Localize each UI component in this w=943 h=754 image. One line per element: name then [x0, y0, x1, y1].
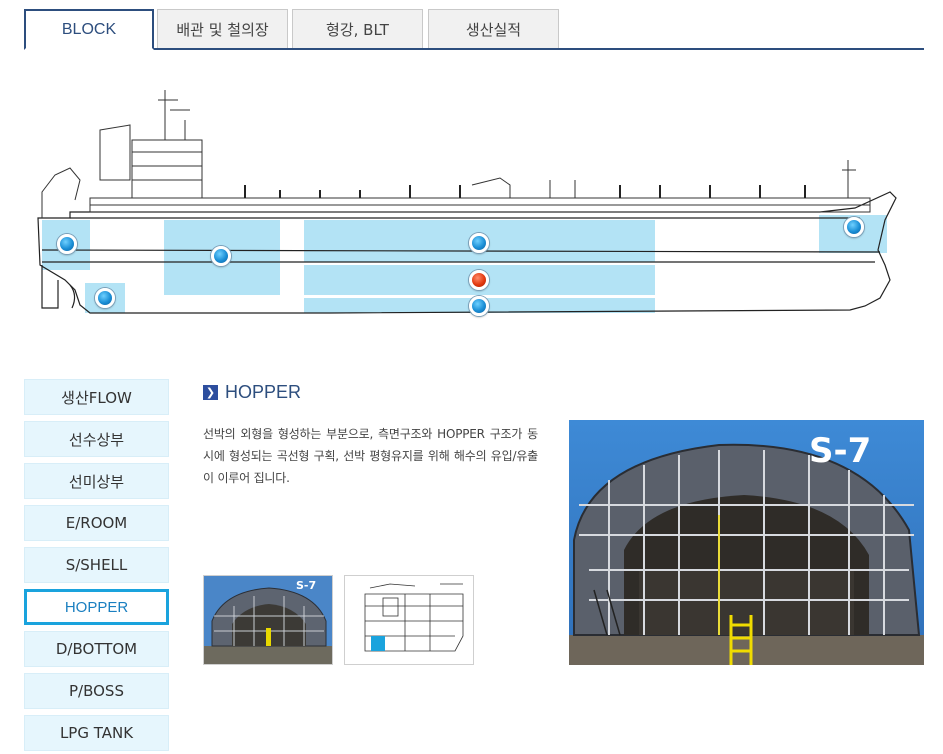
section-title-text: HOPPER	[225, 381, 302, 402]
tab-piping-outfitting[interactable]: 배관 및 철의장	[157, 9, 288, 48]
ship-diagram	[30, 80, 910, 330]
nav-propeller-boss[interactable]: P/BOSS	[24, 673, 169, 709]
thumbnail-photo-image: S-7	[204, 576, 332, 664]
thumb-label: S-7	[296, 579, 316, 592]
hopper-block-photo-image: S-7	[569, 420, 924, 665]
block-marker-side-shell[interactable]	[469, 233, 489, 253]
tab-baseline	[24, 48, 924, 50]
nav-stern-upper[interactable]: 선미상부	[24, 463, 169, 499]
block-marker-bow-upper[interactable]	[844, 217, 864, 237]
photo-label: S-7	[809, 431, 871, 471]
section-description: 선박의 외형을 형성하는 부분으로, 측면구조와 HOPPER 구조가 동시에 …	[203, 427, 538, 485]
nav-double-bottom[interactable]: D/BOTTOM	[24, 631, 169, 667]
nav-side-shell[interactable]: S/SHELL	[24, 547, 169, 583]
nav-lpg-tank[interactable]: LPG TANK	[24, 715, 169, 751]
chevron-right-icon: ❯	[203, 384, 218, 400]
thumbnail-drawing-image	[345, 576, 473, 664]
tab-block[interactable]: BLOCK	[24, 9, 154, 50]
thumbnail-drawing[interactable]	[344, 575, 474, 665]
section-title: ❯ HOPPER	[203, 381, 301, 403]
block-zones	[42, 215, 887, 313]
block-marker-engine-room[interactable]	[211, 246, 231, 266]
tab-section-steel-blt[interactable]: 형강, BLT	[292, 9, 423, 48]
tab-bar: BLOCK 배관 및 철의장 형강, BLT 생산실적	[24, 9, 924, 50]
block-marker-hopper[interactable]	[469, 270, 489, 290]
block-marker-propeller-boss[interactable]	[95, 288, 115, 308]
block-marker-double-bottom[interactable]	[469, 296, 489, 316]
nav-production-flow[interactable]: 생산FLOW	[24, 379, 169, 415]
nav-bow-upper[interactable]: 선수상부	[24, 421, 169, 457]
block-marker-stern-upper[interactable]	[57, 234, 77, 254]
ship-drawing	[37, 90, 897, 314]
thumbnail-photo[interactable]: S-7	[203, 575, 333, 665]
tab-production-record[interactable]: 생산실적	[428, 9, 559, 48]
hopper-block-photo: S-7	[569, 420, 924, 665]
nav-hopper[interactable]: HOPPER	[24, 589, 169, 625]
nav-engine-room[interactable]: E/ROOM	[24, 505, 169, 541]
